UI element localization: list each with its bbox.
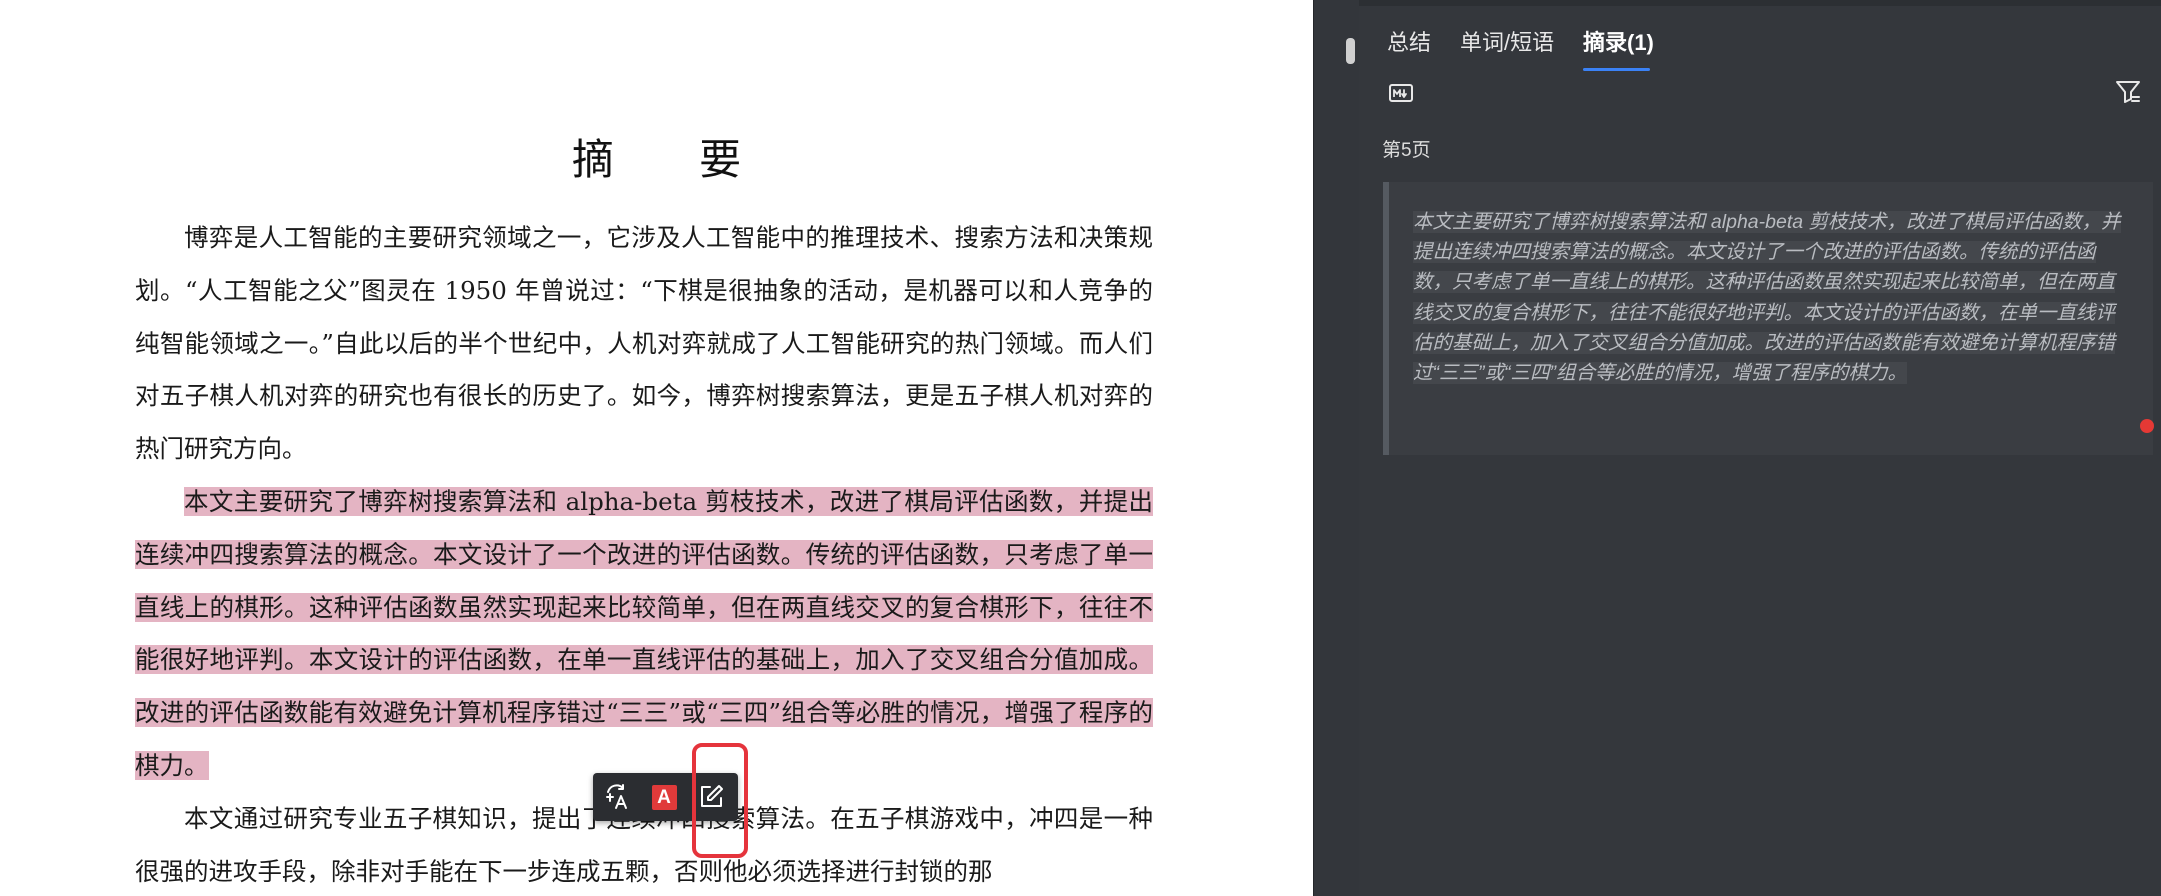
markdown-export-button[interactable]: [1389, 83, 1413, 107]
excerpt-card[interactable]: 本文主要研究了博弈树搜索算法和 alpha-beta 剪枝技术，改进了棋局评估函…: [1383, 182, 2154, 455]
paragraph-highlighted[interactable]: 本文主要研究了博弈树搜索算法和 alpha-beta 剪枝技术，改进了棋局评估函…: [135, 476, 1153, 793]
filter-icon: [2116, 81, 2140, 103]
tab-words-phrases[interactable]: 单词/短语: [1460, 28, 1554, 58]
tab-excerpts[interactable]: 摘录(1): [1583, 28, 1654, 58]
page-group-label: 第5页: [1382, 140, 1431, 161]
tab-summary[interactable]: 总结: [1387, 28, 1431, 58]
document-title: 摘 要: [571, 135, 778, 184]
document-scrollbar[interactable]: [1313, 0, 1360, 896]
excerpt-text: 本文主要研究了博弈树搜索算法和 alpha-beta 剪枝技术，改进了棋局评估函…: [1413, 207, 2126, 388]
scrollbar-thumb[interactable]: [1346, 38, 1355, 64]
excerpt-text-content: 本文主要研究了博弈树搜索算法和 alpha-beta 剪枝技术，改进了棋局评估函…: [1413, 211, 2121, 385]
highlight-a-icon: A: [651, 784, 677, 810]
focus-indicator: [692, 743, 748, 858]
paragraph-intro[interactable]: 博弈是人工智能的主要研究领域之一，它涉及人工智能中的推理技术、搜索方法和决策规划…: [135, 212, 1153, 476]
filter-button[interactable]: [2115, 79, 2141, 109]
panel-top-bar: [1359, 0, 2161, 6]
document-page: 摘 要 博弈是人工智能的主要研究领域之一，它涉及人工智能中的推理技术、搜索方法和…: [0, 0, 1313, 896]
highlight-button[interactable]: A: [649, 782, 679, 812]
translate-icon: [606, 784, 627, 809]
highlight-color-marker: [2140, 419, 2154, 433]
highlighted-text[interactable]: 本文主要研究了博弈树搜索算法和 alpha-beta 剪枝技术，改进了棋局评估函…: [135, 487, 1153, 780]
active-tab-indicator: [1583, 68, 1650, 71]
translate-button[interactable]: [602, 782, 632, 812]
notes-panel: 总结 单词/短语 摘录(1) 第5页 本文主要研究了博弈树搜索算法和 alpha…: [1359, 0, 2161, 896]
markdown-icon: [1389, 84, 1413, 102]
